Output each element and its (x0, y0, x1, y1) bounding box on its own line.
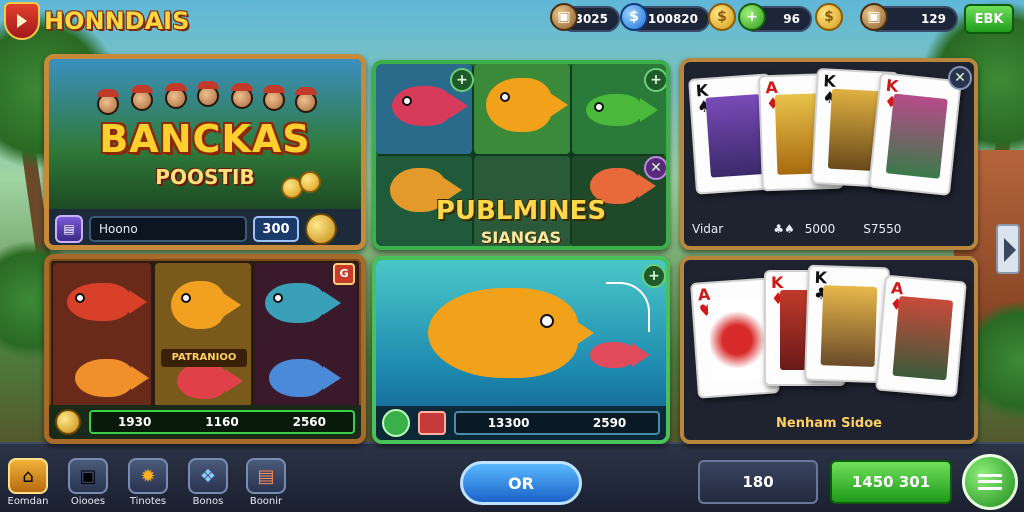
plus-icon[interactable]: + (644, 68, 666, 92)
fish-icon (590, 342, 634, 368)
gear-icon: ✹ (128, 458, 168, 494)
shield-icon (4, 2, 40, 40)
fish-icon (177, 363, 227, 399)
cards-bottom-label: Nenham Sidoe (776, 415, 882, 431)
spade-icon: ♣♠ (773, 222, 795, 236)
close-icon[interactable]: ✕ (644, 156, 666, 180)
coin-icon (299, 171, 321, 193)
fish-icon (586, 94, 642, 126)
fish-catch-values: 13300 2590 (454, 411, 660, 435)
tile-banckas[interactable]: BANCKAS POOSTIB ▤ Hoono 300 (44, 54, 366, 250)
nav-settings[interactable]: ✹ Tinotes (124, 458, 172, 507)
tile-fishing-lines[interactable]: + + ✕ PUBLMINES SIANGAS (372, 60, 670, 250)
pearl-icon[interactable] (382, 409, 410, 437)
coin-icon: $ (708, 3, 736, 31)
coin-icon: $ (815, 3, 843, 31)
or-button[interactable]: OR (460, 461, 582, 505)
coin-icon[interactable] (305, 213, 337, 245)
chest-icon[interactable] (418, 411, 446, 435)
cards-top-label: Vidar (692, 222, 724, 236)
fish-icon (67, 283, 131, 321)
crew-avatar (197, 81, 219, 107)
tile-fish-catch[interactable]: + 13300 2590 (372, 256, 670, 444)
menu-button[interactable] (962, 454, 1018, 510)
book-icon[interactable]: ▤ (55, 215, 83, 243)
fish-icon (265, 283, 325, 323)
top-action-button[interactable]: EBK (964, 4, 1014, 34)
next-arrow-icon[interactable] (996, 224, 1020, 274)
fishing-lines-title: PUBLMINES (435, 196, 607, 226)
fish-icon (392, 86, 452, 126)
nav-shop[interactable]: ▤ Boonir (242, 458, 290, 507)
play-button[interactable]: 1450 301 (830, 460, 952, 504)
tile-cards-top[interactable]: K ♠ A ♦ K ♠ K ♦ ✕ Vidar ♣♠ 5000 S7550 (680, 58, 978, 250)
cards-top-value2: S7550 (863, 222, 902, 236)
fish-slots-values: 1930 1160 2560 (89, 410, 355, 434)
fishing-lines-subtitle: SIANGAS (480, 228, 562, 247)
brand-name: HONNDAIS (44, 7, 190, 35)
chest-icon: ▣ (860, 3, 888, 31)
fish-slots-badge: G (333, 263, 355, 285)
playing-card: K ♦ (868, 72, 962, 196)
brand-logo: HONNDAIS (4, 2, 189, 40)
crew-avatar (165, 83, 187, 109)
banckas-value[interactable]: 300 (253, 216, 299, 242)
banckas-art: BANCKAS POOSTIB (49, 59, 361, 209)
crew-avatar (263, 85, 285, 111)
fish-icon (428, 288, 578, 378)
fish-icon (269, 359, 325, 397)
banckas-title: BANCKAS (99, 117, 311, 161)
close-icon[interactable]: ✕ (948, 66, 972, 90)
crew-avatar (97, 89, 119, 115)
chest-icon: ▣ (550, 3, 578, 31)
nav-home[interactable]: ⌂ Eomdan (4, 458, 52, 507)
fish-icon (171, 281, 225, 329)
cards-top-value: 5000 (804, 222, 836, 236)
plus-icon[interactable]: + (450, 68, 474, 92)
tile-fish-slots[interactable]: PATRANIOO G 1930 1160 2560 (44, 254, 366, 444)
fish-icon (75, 359, 133, 397)
playing-card: A ♦ (875, 274, 967, 398)
plus-icon[interactable]: + (642, 264, 666, 288)
tile-cards-bottom[interactable]: A ♥ K ♦ K ♣ A ♦ Nenham Sidoe (680, 256, 978, 444)
crew-avatar (231, 83, 253, 109)
gift-icon: ❖ (188, 458, 228, 494)
fish-slots-banner: PATRANIOO (161, 349, 247, 367)
shop-icon: ▤ (246, 458, 286, 494)
banckas-bar: ▤ Hoono 300 (49, 209, 361, 245)
crew-avatar (131, 85, 153, 111)
top-bar: HONNDAIS 3025 ▣ 100820 $ $ 96 + $ 129 ▣ … (0, 0, 1024, 40)
leaf-icon: + (738, 3, 766, 31)
banckas-input[interactable]: Hoono (89, 216, 247, 242)
bet-button[interactable]: 180 (698, 460, 818, 504)
nav-bonus[interactable]: ❖ Bonos (184, 458, 232, 507)
coin-icon[interactable] (55, 409, 81, 435)
crew-avatar (295, 87, 317, 113)
gem-icon: $ (620, 3, 648, 31)
nav-boxes[interactable]: ▣ Oiooes (64, 458, 112, 507)
menu-icon (978, 474, 1002, 490)
box-icon: ▣ (68, 458, 108, 494)
house-icon: ⌂ (8, 458, 48, 494)
fish-icon (486, 78, 552, 132)
